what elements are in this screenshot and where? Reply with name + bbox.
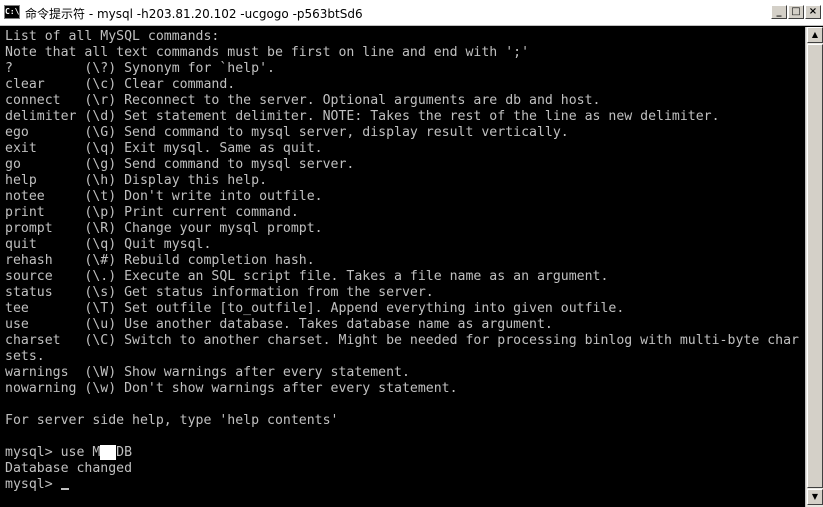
console-output[interactable]: List of all MySQL commands: Note that al… <box>0 27 805 507</box>
console-line: go (\g) Send command to mysql server. <box>5 157 355 172</box>
console-line: sets. <box>5 349 45 364</box>
command-prompt-window: C:\ 命令提示符 - mysql -h203.81.20.102 -ucgog… <box>0 0 823 507</box>
prompt-line[interactable]: mysql> <box>5 477 805 493</box>
console-line: print (\p) Print current command. <box>5 205 299 220</box>
console-line: help (\h) Display this help. <box>5 173 268 188</box>
console-line: tee (\T) Set outfile [to_outfile]. Appen… <box>5 301 625 316</box>
minimize-button[interactable]: _ <box>771 5 787 19</box>
console-line: use (\u) Use another database. Takes dat… <box>5 317 553 332</box>
console-line: quit (\q) Quit mysql. <box>5 237 212 252</box>
scroll-down-button[interactable]: ▼ <box>807 489 823 505</box>
console-line: notee (\t) Don't write into outfile. <box>5 189 323 204</box>
console-line: ego (\G) Send command to mysql server, d… <box>5 125 569 140</box>
console-line: charset (\C) Switch to another charset. … <box>5 333 799 348</box>
use-command-suffix: DB <box>116 445 133 460</box>
text-cursor <box>60 488 69 490</box>
console-line: ? (\?) Synonym for `help'. <box>5 61 275 76</box>
use-command-line: mysql> use M DB <box>5 445 805 461</box>
console-line: delimiter (\d) Set statement delimiter. … <box>5 109 720 124</box>
console-line: exit (\q) Exit mysql. Same as quit. <box>5 141 323 156</box>
database-changed-line: Database changed <box>5 461 133 476</box>
vertical-scrollbar[interactable]: ▲ ▼ <box>805 27 823 507</box>
maximize-button[interactable]: □ <box>788 5 804 19</box>
use-command-prefix: mysql> use M <box>5 445 101 460</box>
console-line: For server side help, type 'help content… <box>5 413 339 428</box>
mysql-prompt: mysql> <box>5 477 61 492</box>
redacted-text <box>100 445 117 460</box>
console-line: source (\.) Execute an SQL script file. … <box>5 269 609 284</box>
console-line: status (\s) Get status information from … <box>5 285 434 300</box>
console-line: Note that all text commands must be firs… <box>5 45 530 60</box>
console-icon[interactable]: C:\ <box>4 5 20 19</box>
console-line: clear (\c) Clear command. <box>5 77 236 92</box>
scroll-up-button[interactable]: ▲ <box>807 27 823 43</box>
close-button[interactable]: × <box>805 5 821 19</box>
console-line: warnings (\W) Show warnings after every … <box>5 365 410 380</box>
console-line: rehash (\#) Rebuild completion hash. <box>5 253 315 268</box>
console-line: List of all MySQL commands: <box>5 29 220 44</box>
window-title: 命令提示符 - mysql -h203.81.20.102 -ucgogo -p… <box>25 7 363 21</box>
title-bar[interactable]: C:\ 命令提示符 - mysql -h203.81.20.102 -ucgog… <box>0 0 823 26</box>
console-line: connect (\r) Reconnect to the server. Op… <box>5 93 601 108</box>
console-line: nowarning (\w) Don't show warnings after… <box>5 381 458 396</box>
console-line: prompt (\R) Change your mysql prompt. <box>5 221 323 236</box>
scroll-thumb[interactable] <box>807 44 823 488</box>
